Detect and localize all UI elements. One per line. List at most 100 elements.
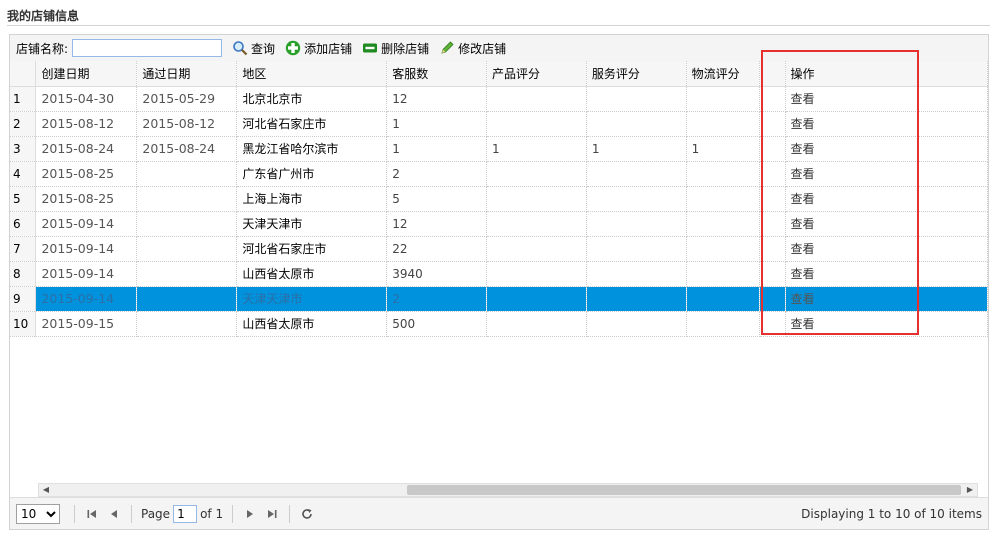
product-rating-cell: [486, 161, 587, 187]
last-page-icon[interactable]: [263, 505, 281, 523]
created-date-cell: 2015-09-15: [35, 311, 138, 337]
customer-service-count-cell: 3940: [386, 261, 487, 287]
column-header: [759, 61, 786, 87]
store-table-area: 创建日期 通过日期 地区 客服数 产品评分 服务评分 物流评分 操作 1 2015…: [10, 61, 988, 485]
column-header[interactable]: 物流评分: [686, 61, 760, 87]
passed-date-cell: [136, 311, 238, 337]
product-rating-cell: [486, 186, 587, 212]
delete-store-button[interactable]: 删除店铺: [362, 40, 429, 57]
query-button-label: 查询: [251, 41, 276, 56]
horizontal-scrollbar[interactable]: ◀ ▶: [38, 483, 978, 497]
add-store-button[interactable]: 添加店铺: [285, 40, 352, 57]
logistics-rating-cell: [686, 186, 760, 212]
refresh-icon[interactable]: [298, 505, 316, 523]
column-header[interactable]: 产品评分: [486, 61, 587, 87]
view-link[interactable]: 查看: [785, 286, 988, 312]
service-rating-cell: [586, 161, 687, 187]
passed-date-cell: 2015-08-12: [136, 111, 238, 137]
table-row[interactable]: 3 2015-08-24 2015-08-24 黑龙江省哈尔滨市 1 1 1 1 查看: [10, 136, 988, 162]
service-rating-cell: [586, 86, 687, 112]
view-link[interactable]: 查看: [785, 136, 988, 162]
view-link[interactable]: 查看: [785, 186, 988, 212]
region-cell: 河北省石家庄市: [236, 236, 388, 262]
region-cell: 山西省太原市: [236, 261, 388, 287]
logistics-rating-cell: [686, 311, 760, 337]
created-date-cell: 2015-09-14: [35, 236, 138, 262]
column-header[interactable]: 客服数: [386, 61, 487, 87]
product-rating-cell: [486, 286, 587, 312]
page-total-label: of 1: [200, 506, 224, 521]
table-header-row: 创建日期 通过日期 地区 客服数 产品评分 服务评分 物流评分 操作: [10, 61, 988, 87]
row-number-header: [10, 61, 37, 87]
spacer-cell: [759, 211, 786, 237]
table-row[interactable]: 6 2015-09-14 天津天津市 12 查看: [10, 211, 988, 237]
page-size-select[interactable]: 10: [16, 503, 60, 524]
view-link[interactable]: 查看: [785, 261, 988, 287]
logistics-rating-cell: 1: [686, 136, 760, 162]
scrollbar-thumb[interactable]: [407, 485, 961, 495]
page-number-input[interactable]: [173, 504, 198, 523]
add-store-button-label: 添加店铺: [304, 41, 353, 56]
table-row[interactable]: 9 2015-09-14 天津天津市 2 查看: [10, 286, 988, 312]
column-header[interactable]: 地区: [236, 61, 388, 87]
passed-date-cell: [136, 261, 238, 287]
table-row[interactable]: 4 2015-08-25 广东省广州市 2 查看: [10, 161, 988, 187]
scroll-left-icon[interactable]: ◀: [39, 484, 53, 496]
next-page-icon[interactable]: [241, 505, 259, 523]
logistics-rating-cell: [686, 261, 760, 287]
region-cell: 上海上海市: [236, 186, 388, 212]
first-page-icon[interactable]: [83, 505, 101, 523]
scroll-right-icon[interactable]: ▶: [963, 484, 977, 496]
edit-store-button[interactable]: 修改店铺: [439, 40, 506, 57]
table-row[interactable]: 7 2015-09-14 河北省石家庄市 22 查看: [10, 236, 988, 262]
store-name-input[interactable]: [72, 39, 223, 57]
created-date-cell: 2015-08-12: [35, 111, 138, 137]
pagination-bar: 10 Page of 1 Displaying 1 to 10 of 10 it…: [10, 497, 988, 529]
created-date-cell: 2015-08-25: [35, 186, 138, 212]
add-icon: [285, 40, 301, 56]
service-rating-cell: [586, 236, 687, 262]
store-name-label: 店铺名称:: [16, 41, 69, 56]
logistics-rating-cell: [686, 286, 760, 312]
view-link[interactable]: 查看: [785, 236, 988, 262]
spacer-cell: [759, 136, 786, 162]
spacer-cell: [759, 186, 786, 212]
page-title: 我的店铺信息: [7, 9, 80, 23]
view-link[interactable]: 查看: [785, 111, 988, 137]
column-header[interactable]: 通过日期: [136, 61, 238, 87]
view-link[interactable]: 查看: [785, 86, 988, 112]
page-label: Page: [141, 506, 171, 521]
product-rating-cell: [486, 86, 587, 112]
table-row[interactable]: 5 2015-08-25 上海上海市 5 查看: [10, 186, 988, 212]
region-cell: 山西省太原市: [236, 311, 388, 337]
table-row[interactable]: 8 2015-09-14 山西省太原市 3940 查看: [10, 261, 988, 287]
view-link[interactable]: 查看: [785, 211, 988, 237]
column-header[interactable]: 操作: [785, 61, 988, 87]
spacer-cell: [759, 236, 786, 262]
created-date-cell: 2015-08-25: [35, 161, 138, 187]
query-button[interactable]: 查询: [232, 40, 275, 57]
row-number: 8: [10, 261, 37, 287]
region-cell: 黑龙江省哈尔滨市: [236, 136, 388, 162]
view-link[interactable]: 查看: [785, 311, 988, 337]
passed-date-cell: [136, 286, 238, 312]
service-rating-cell: 1: [586, 136, 687, 162]
delete-store-button-label: 删除店铺: [381, 41, 430, 56]
created-date-cell: 2015-09-14: [35, 211, 138, 237]
table-row[interactable]: 2 2015-08-12 2015-08-12 河北省石家庄市 1 查看: [10, 111, 988, 137]
prev-page-icon[interactable]: [105, 505, 123, 523]
service-rating-cell: [586, 111, 687, 137]
row-number: 4: [10, 161, 37, 187]
edit-icon: [439, 40, 455, 56]
table-row[interactable]: 1 2015-04-30 2015-05-29 北京北京市 12 查看: [10, 86, 988, 112]
passed-date-cell: [136, 186, 238, 212]
customer-service-count-cell: 500: [386, 311, 487, 337]
column-header[interactable]: 服务评分: [586, 61, 687, 87]
service-rating-cell: [586, 286, 687, 312]
view-link[interactable]: 查看: [785, 161, 988, 187]
pager-separator: [289, 504, 291, 523]
table-body: 1 2015-04-30 2015-05-29 北京北京市 12 查看 2 2015-08-1…: [10, 86, 988, 337]
column-header[interactable]: 创建日期: [35, 61, 138, 87]
table-row[interactable]: 10 2015-09-15 山西省太原市 500 查看: [10, 311, 988, 337]
product-rating-cell: [486, 211, 587, 237]
